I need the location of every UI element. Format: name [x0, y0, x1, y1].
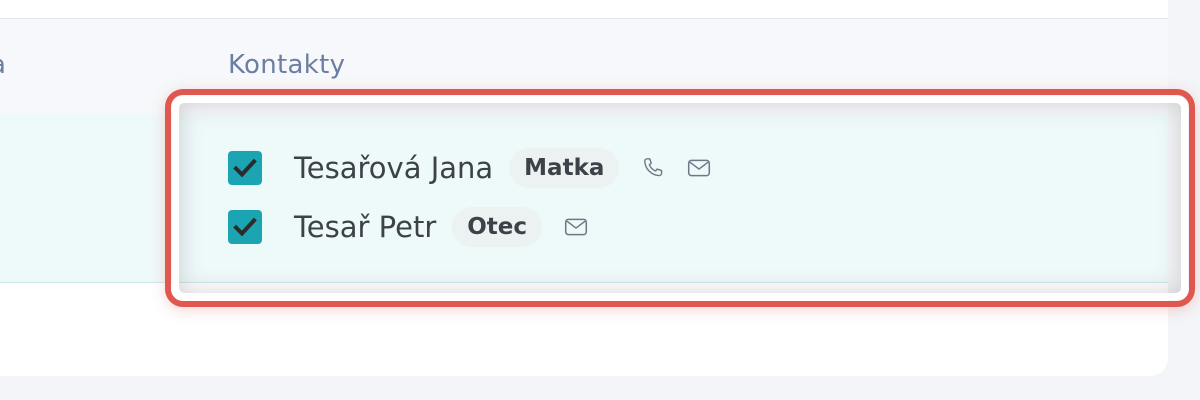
column-header-previous: a [0, 50, 6, 80]
column-header-contacts: Kontakty [228, 50, 346, 80]
contact-checkbox[interactable] [228, 151, 262, 185]
phone-icon[interactable] [639, 154, 667, 182]
contact-item: Tesař Petr Otec [228, 207, 590, 247]
checkmark-icon [233, 158, 257, 178]
relation-badge: Otec [452, 207, 543, 247]
checkmark-icon [233, 217, 257, 237]
mail-icon[interactable] [562, 213, 590, 241]
contact-name[interactable]: Tesař Petr [294, 210, 436, 244]
relation-badge: Matka [509, 148, 620, 188]
contact-name[interactable]: Tesařová Jana [294, 151, 493, 185]
highlight-frame-inner [172, 96, 1188, 300]
contact-item: Tesařová Jana Matka [228, 148, 713, 188]
contact-checkbox[interactable] [228, 210, 262, 244]
mail-icon[interactable] [685, 154, 713, 182]
